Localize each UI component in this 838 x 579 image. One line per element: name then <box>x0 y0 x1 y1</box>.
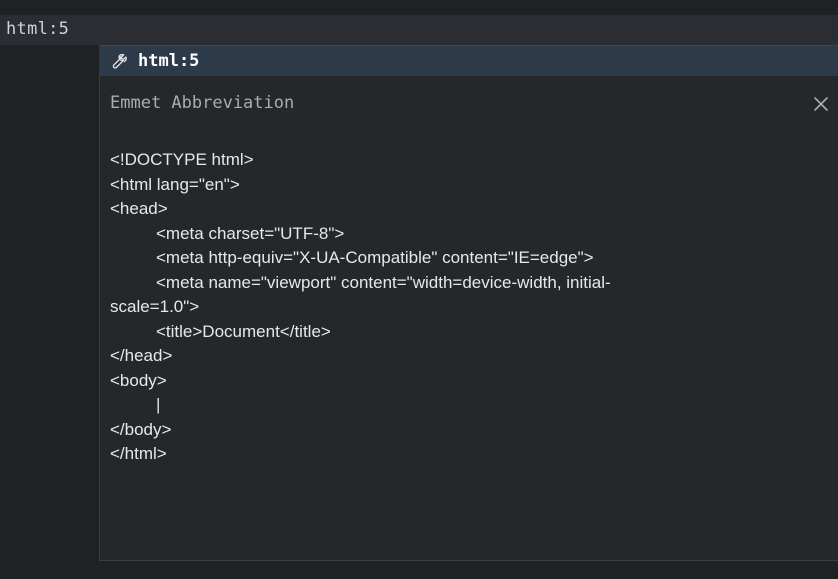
code-line: <body> <box>110 370 167 390</box>
code-line: <meta http-equiv="X-UA-Compatible" conte… <box>156 248 594 267</box>
typed-abbreviation: html:5 <box>6 19 70 39</box>
cursor-placeholder: | <box>156 395 161 414</box>
code-line: <meta charset="UTF-8"> <box>156 223 345 243</box>
code-line: <html lang="en"> <box>110 174 240 194</box>
code-line: </html> <box>110 444 167 463</box>
code-line: <meta name="viewport" content="width=dev… <box>156 272 611 292</box>
code-line: <!DOCTYPE html> <box>110 150 254 169</box>
code-line: </head> <box>110 346 173 365</box>
details-title: Emmet Abbreviation <box>110 93 295 113</box>
current-line[interactable]: html:5 <box>0 15 838 45</box>
suggestion-details-panel: Emmet Abbreviation <!DOCTYPE html> <html… <box>99 76 838 561</box>
code-line: scale=1.0"> <box>110 297 200 316</box>
code-preview: <!DOCTYPE html> <html lang="en"> <head> … <box>110 148 810 467</box>
code-line: </body> <box>110 419 172 439</box>
code-line: <head> <box>110 199 168 218</box>
code-line: <title>Document</title> <box>156 321 331 341</box>
wrench-icon <box>107 51 127 71</box>
suggestion-label: html:5 <box>138 51 200 71</box>
suggestion-item[interactable]: html:5 <box>99 45 838 77</box>
close-icon[interactable] <box>809 92 833 116</box>
code-editor[interactable]: html:5 html:5 Emmet Abbreviation <!DOCTY… <box>0 0 838 579</box>
